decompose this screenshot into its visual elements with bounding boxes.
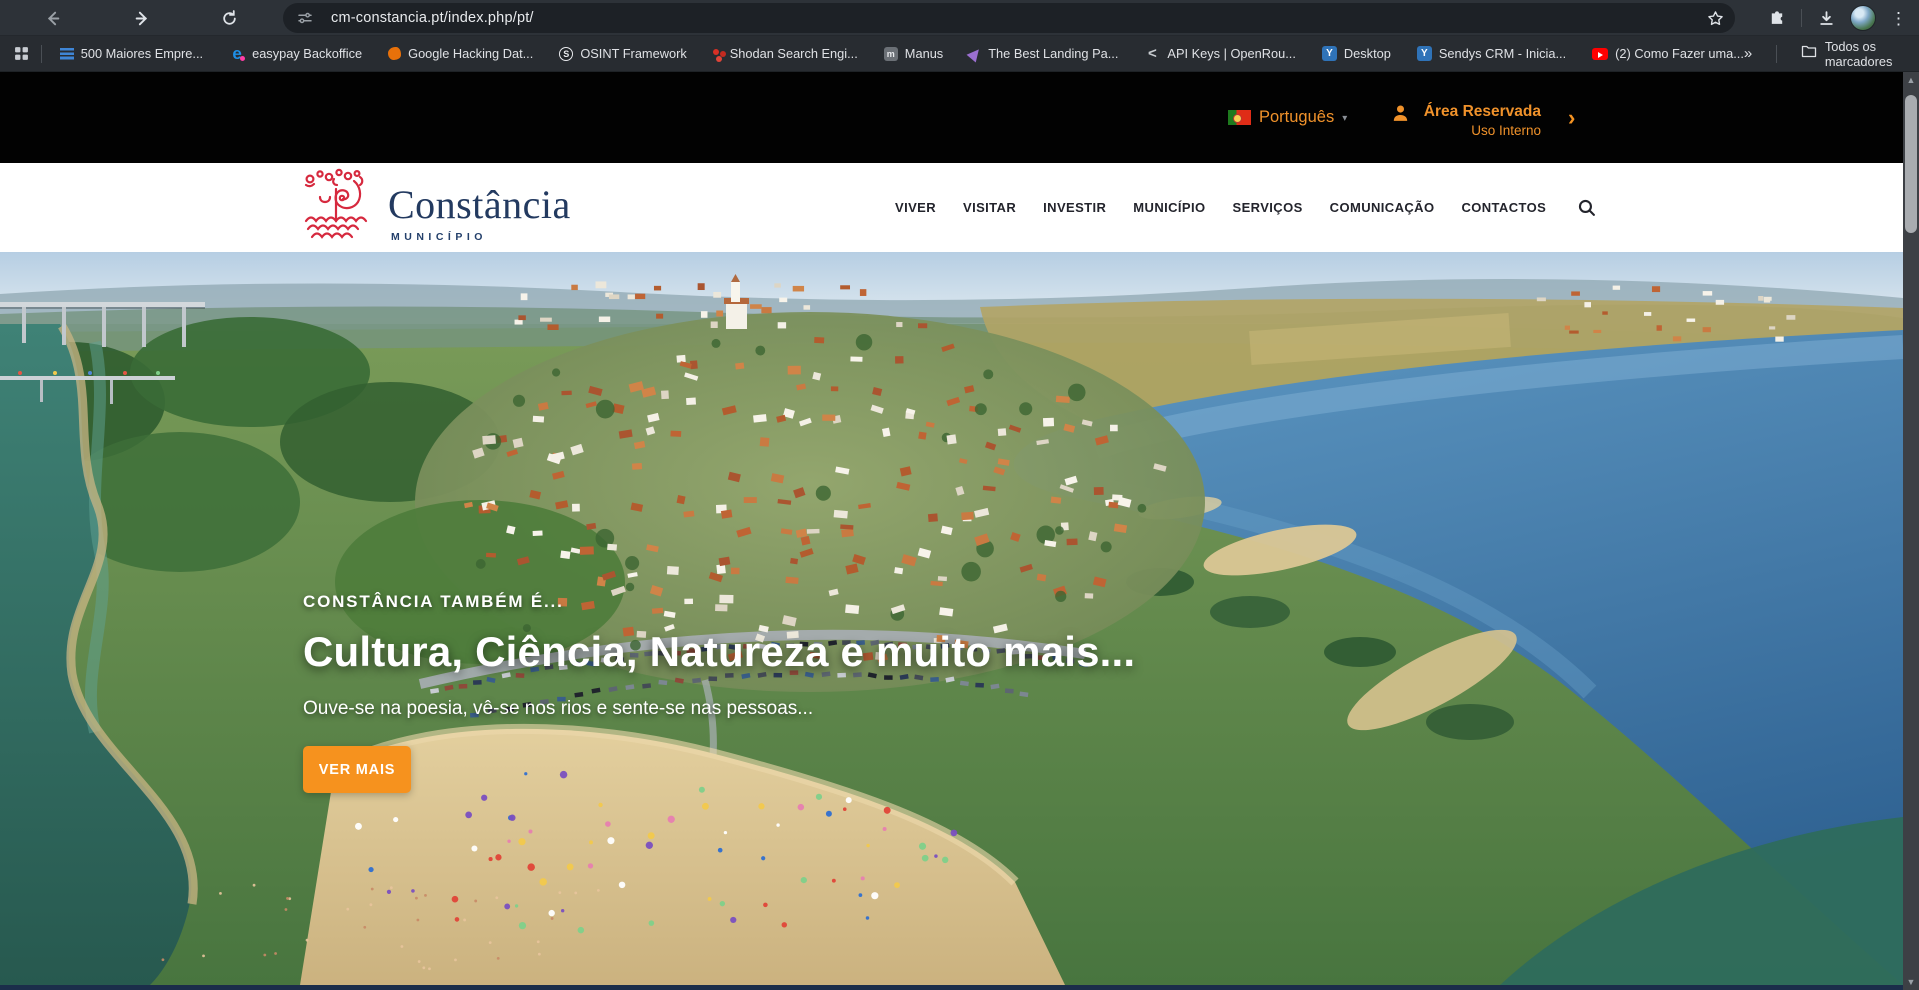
- bookmark-item[interactable]: (2) Como Fazer uma...: [1592, 46, 1744, 61]
- puzzle-icon[interactable]: [1763, 4, 1791, 32]
- list-bars-icon: [60, 48, 74, 60]
- sendys-app-icon: Y: [1417, 46, 1432, 61]
- search-icon[interactable]: [1577, 198, 1596, 217]
- rocket-icon: [967, 45, 984, 62]
- back-arrow-icon[interactable]: [38, 4, 66, 32]
- bookmark-item[interactable]: Y Sendys CRM - Inicia...: [1417, 46, 1566, 61]
- reserved-area-label: Área Reservada: [1423, 103, 1541, 121]
- ver-mais-button[interactable]: VER MAIS: [303, 746, 411, 793]
- star-icon[interactable]: [1701, 4, 1729, 32]
- logo-texts: Constância MUNICÍPIO: [388, 181, 571, 252]
- all-bookmarks-button[interactable]: Todos os marcadores: [1801, 39, 1893, 69]
- user-icon: [1390, 103, 1411, 129]
- nav-item-contactos[interactable]: CONTACTOS: [1461, 200, 1546, 215]
- bookmarks-overflow-chevrons[interactable]: »: [1744, 45, 1752, 62]
- reserved-area-texts: Área Reservada Uso Interno: [1423, 103, 1541, 138]
- language-selector[interactable]: Português ▾: [1228, 108, 1347, 127]
- angle-share-icon: <: [1144, 46, 1160, 62]
- nav-item-investir[interactable]: INVESTIR: [1043, 200, 1106, 215]
- nav-item-visitar[interactable]: VISITAR: [963, 200, 1016, 215]
- kebab-menu-icon[interactable]: ⋮: [1886, 10, 1911, 27]
- bookmarks-list: 500 Maiores Empre... e easypay Backoffic…: [60, 46, 1744, 62]
- browser-window: cm-constancia.pt/index.php/pt/ ⋮ 50: [0, 0, 1919, 990]
- webpage: Português ▾ Área Reservada Uso Interno ›: [0, 72, 1903, 990]
- manus-icon: m: [884, 47, 898, 61]
- shodan-dots-icon: [713, 49, 719, 55]
- page-scrollbar[interactable]: ▲ ▼: [1903, 72, 1919, 990]
- bookmarks-separator: [1776, 45, 1777, 63]
- forward-arrow-icon[interactable]: [128, 4, 156, 32]
- reload-icon[interactable]: [215, 4, 243, 32]
- portugal-flag-icon: [1228, 110, 1251, 125]
- flame-icon: [388, 47, 401, 60]
- hero-kicker: CONSTÂNCIA TAMBÉM É...: [303, 592, 1135, 612]
- site-header: Constância MUNICÍPIO VIVER VISITAR INVES…: [0, 163, 1903, 252]
- bookmark-item[interactable]: m Manus: [884, 46, 943, 61]
- url-bar[interactable]: cm-constancia.pt/index.php/pt/: [283, 3, 1735, 33]
- sendys-app-icon: Y: [1322, 46, 1337, 61]
- site-topbar: Português ▾ Área Reservada Uso Interno ›: [0, 72, 1903, 163]
- apps-grid-icon[interactable]: [14, 46, 29, 61]
- site-info-tune-icon[interactable]: [297, 10, 313, 26]
- nav-item-servicos[interactable]: SERVIÇOS: [1233, 200, 1303, 215]
- nav-item-municipio[interactable]: MUNICÍPIO: [1133, 200, 1205, 215]
- toolbar-separator: [1801, 9, 1802, 27]
- youtube-icon: [1592, 48, 1608, 60]
- osint-globe-icon: S: [559, 47, 573, 61]
- nav-item-comunicacao[interactable]: COMUNICAÇÃO: [1330, 200, 1435, 215]
- profile-avatar[interactable]: [1850, 5, 1876, 31]
- reserved-area-sublabel: Uso Interno: [1423, 123, 1541, 138]
- bookmark-item[interactable]: Google Hacking Dat...: [388, 46, 533, 61]
- hero-title: Cultura, Ciência, Natureza e muito mais.…: [303, 628, 1135, 676]
- bookmark-item[interactable]: The Best Landing Pa...: [969, 46, 1118, 61]
- main-navigation: VIVER VISITAR INVESTIR MUNICÍPIO SERVIÇO…: [895, 163, 1596, 252]
- scroll-down-arrow[interactable]: ▼: [1903, 974, 1919, 990]
- scroll-up-arrow[interactable]: ▲: [1903, 72, 1919, 88]
- url-text[interactable]: cm-constancia.pt/index.php/pt/: [331, 10, 1701, 26]
- bookmark-item[interactable]: < API Keys | OpenRou...: [1144, 46, 1296, 62]
- bookmarks-separator: [41, 45, 42, 63]
- hero-content: CONSTÂNCIA TAMBÉM É... Cultura, Ciência,…: [303, 592, 1135, 793]
- chevron-down-icon: ▾: [1342, 113, 1347, 124]
- download-icon[interactable]: [1812, 4, 1840, 32]
- bookmark-item[interactable]: Y Desktop: [1322, 46, 1391, 61]
- bookmark-item[interactable]: e easypay Backoffice: [229, 46, 362, 62]
- bookmark-item[interactable]: Shodan Search Engi...: [713, 46, 858, 61]
- easypay-e-icon: e: [229, 46, 245, 62]
- logo-subtitle: MUNICÍPIO: [391, 231, 571, 243]
- toolbar-right-cluster: ⋮: [1763, 0, 1911, 36]
- next-section-strip: [0, 985, 1903, 990]
- folder-icon: [1801, 44, 1817, 63]
- language-label: Português: [1259, 108, 1334, 127]
- constancia-emblem-icon: [298, 167, 374, 252]
- municipality-logo[interactable]: Constância MUNICÍPIO: [298, 167, 571, 252]
- hero-subtitle: Ouve-se na poesia, vê-se nos rios e sent…: [303, 698, 1135, 720]
- hero-section: CONSTÂNCIA TAMBÉM É... Cultura, Ciência,…: [0, 252, 1903, 985]
- browser-toolbar: cm-constancia.pt/index.php/pt/ ⋮: [0, 0, 1919, 36]
- bookmark-item[interactable]: S OSINT Framework: [559, 46, 686, 61]
- scrollbar-thumb[interactable]: [1905, 95, 1917, 233]
- bookmarks-bar: 500 Maiores Empre... e easypay Backoffic…: [0, 36, 1919, 72]
- logo-title: Constância: [388, 181, 571, 228]
- bookmark-item[interactable]: 500 Maiores Empre...: [60, 46, 203, 61]
- chevron-right-icon[interactable]: ›: [1568, 105, 1575, 131]
- nav-item-viver[interactable]: VIVER: [895, 200, 936, 215]
- bookmarks-right-cluster: » Todos os marcadores: [1744, 39, 1893, 69]
- reserved-area-link[interactable]: Área Reservada Uso Interno: [1390, 103, 1541, 138]
